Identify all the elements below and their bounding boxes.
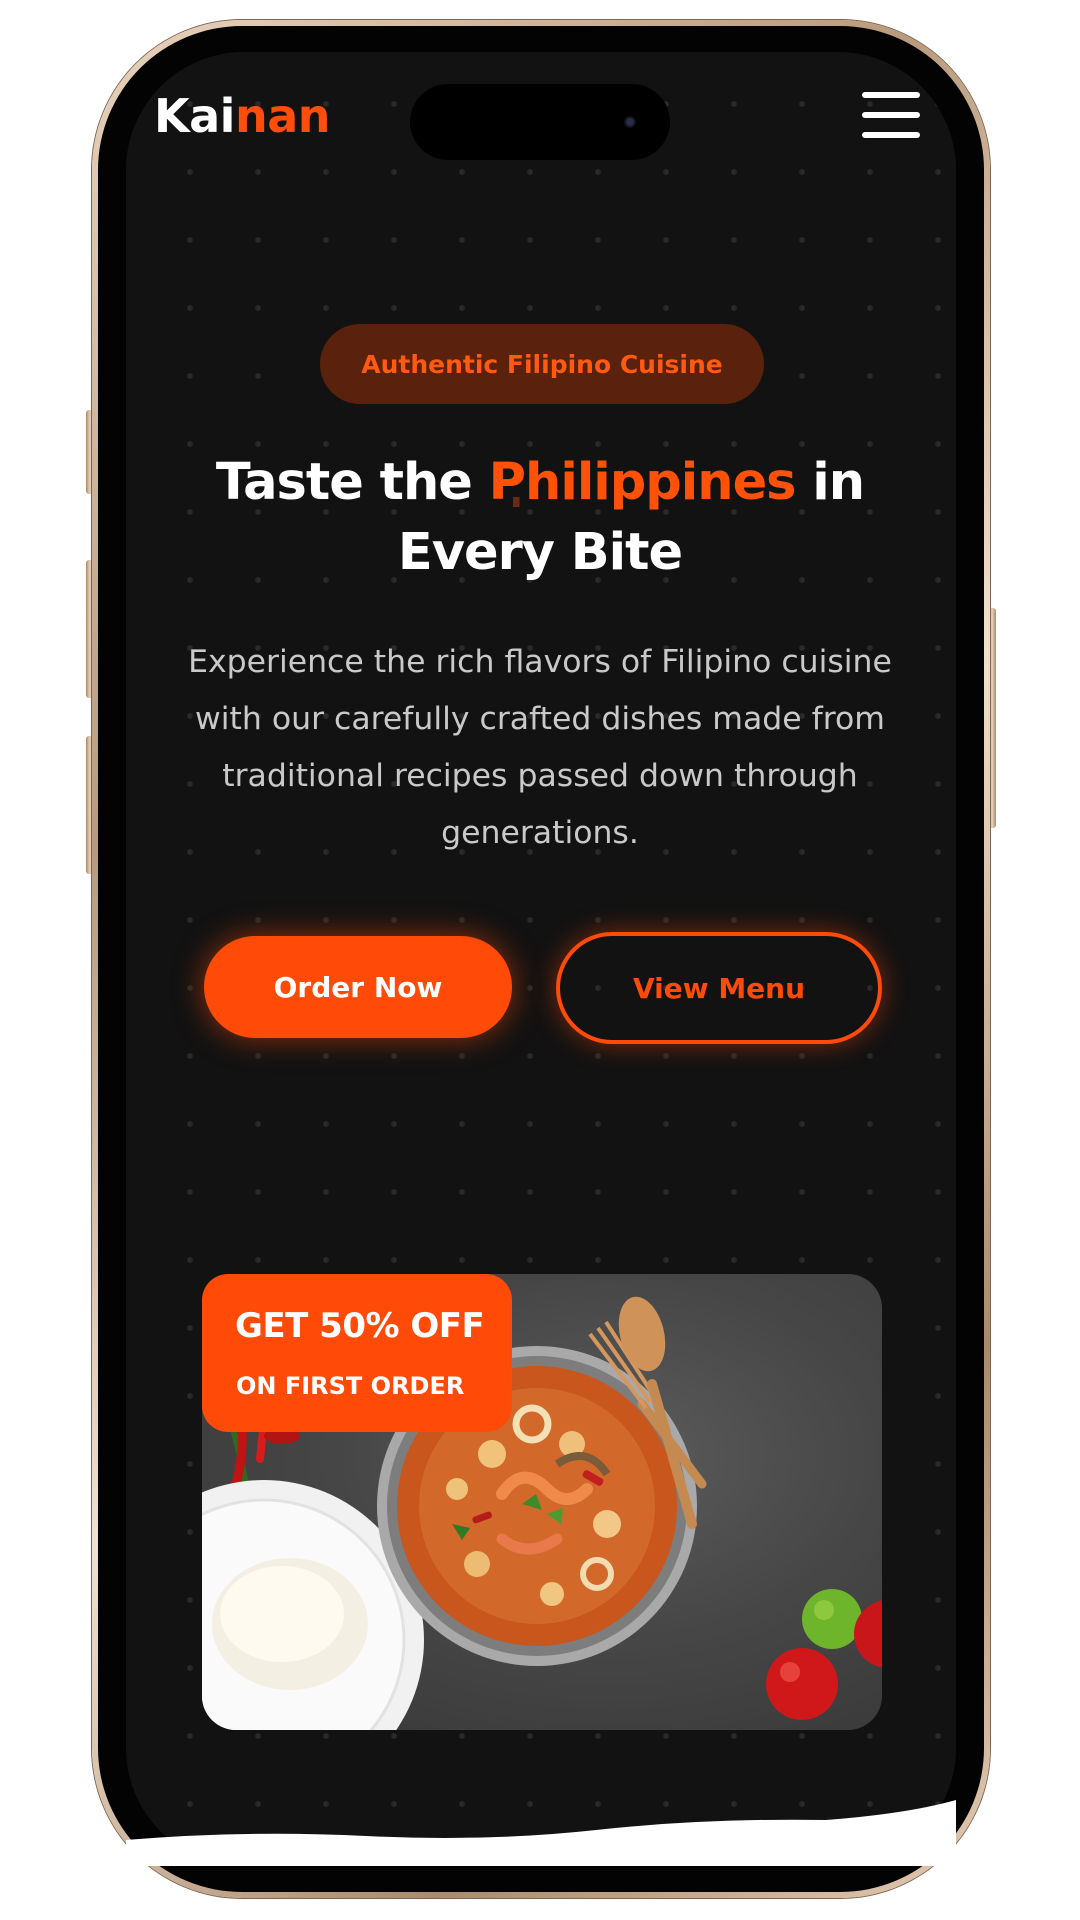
order-now-button[interactable]: Order Now (204, 936, 512, 1038)
meatball (540, 1582, 564, 1606)
dynamic-island (410, 84, 670, 160)
meatball (593, 1510, 621, 1538)
rice-mound-top (220, 1566, 344, 1662)
brand-logo[interactable]: Kainan (154, 88, 331, 144)
meatball (464, 1551, 490, 1577)
front-camera-icon (624, 116, 636, 128)
promo-subtext: ON FIRST ORDER (236, 1372, 465, 1400)
hero-headline: Taste the Philippines in Every Bite (150, 448, 930, 588)
menu-line (862, 92, 920, 98)
menu-line (862, 112, 920, 118)
lime (802, 1589, 862, 1649)
headline-highlight: Philippines (488, 453, 797, 512)
view-menu-button[interactable]: View Menu (556, 932, 882, 1044)
promo-headline: GET 50% OFF (235, 1306, 485, 1346)
cuisine-badge: Authentic Filipino Cuisine (320, 324, 764, 404)
discount-promo-badge[interactable]: GET 50% OFF ON FIRST ORDER (202, 1274, 512, 1432)
hero-description: Experience the rich flavors of Filipino … (188, 644, 892, 851)
headline-text: Taste the (215, 453, 489, 512)
hamburger-menu-icon[interactable] (862, 90, 922, 142)
meatball (446, 1478, 468, 1500)
tomato-highlight (780, 1662, 800, 1682)
tomato (766, 1648, 838, 1720)
bottom-wave-decoration (126, 1800, 956, 1866)
logo-text-accent: nan (234, 89, 331, 143)
logo-text-primary: Kai (154, 89, 235, 143)
menu-line (862, 132, 920, 138)
lime-highlight (814, 1600, 834, 1620)
meatball (478, 1440, 506, 1468)
